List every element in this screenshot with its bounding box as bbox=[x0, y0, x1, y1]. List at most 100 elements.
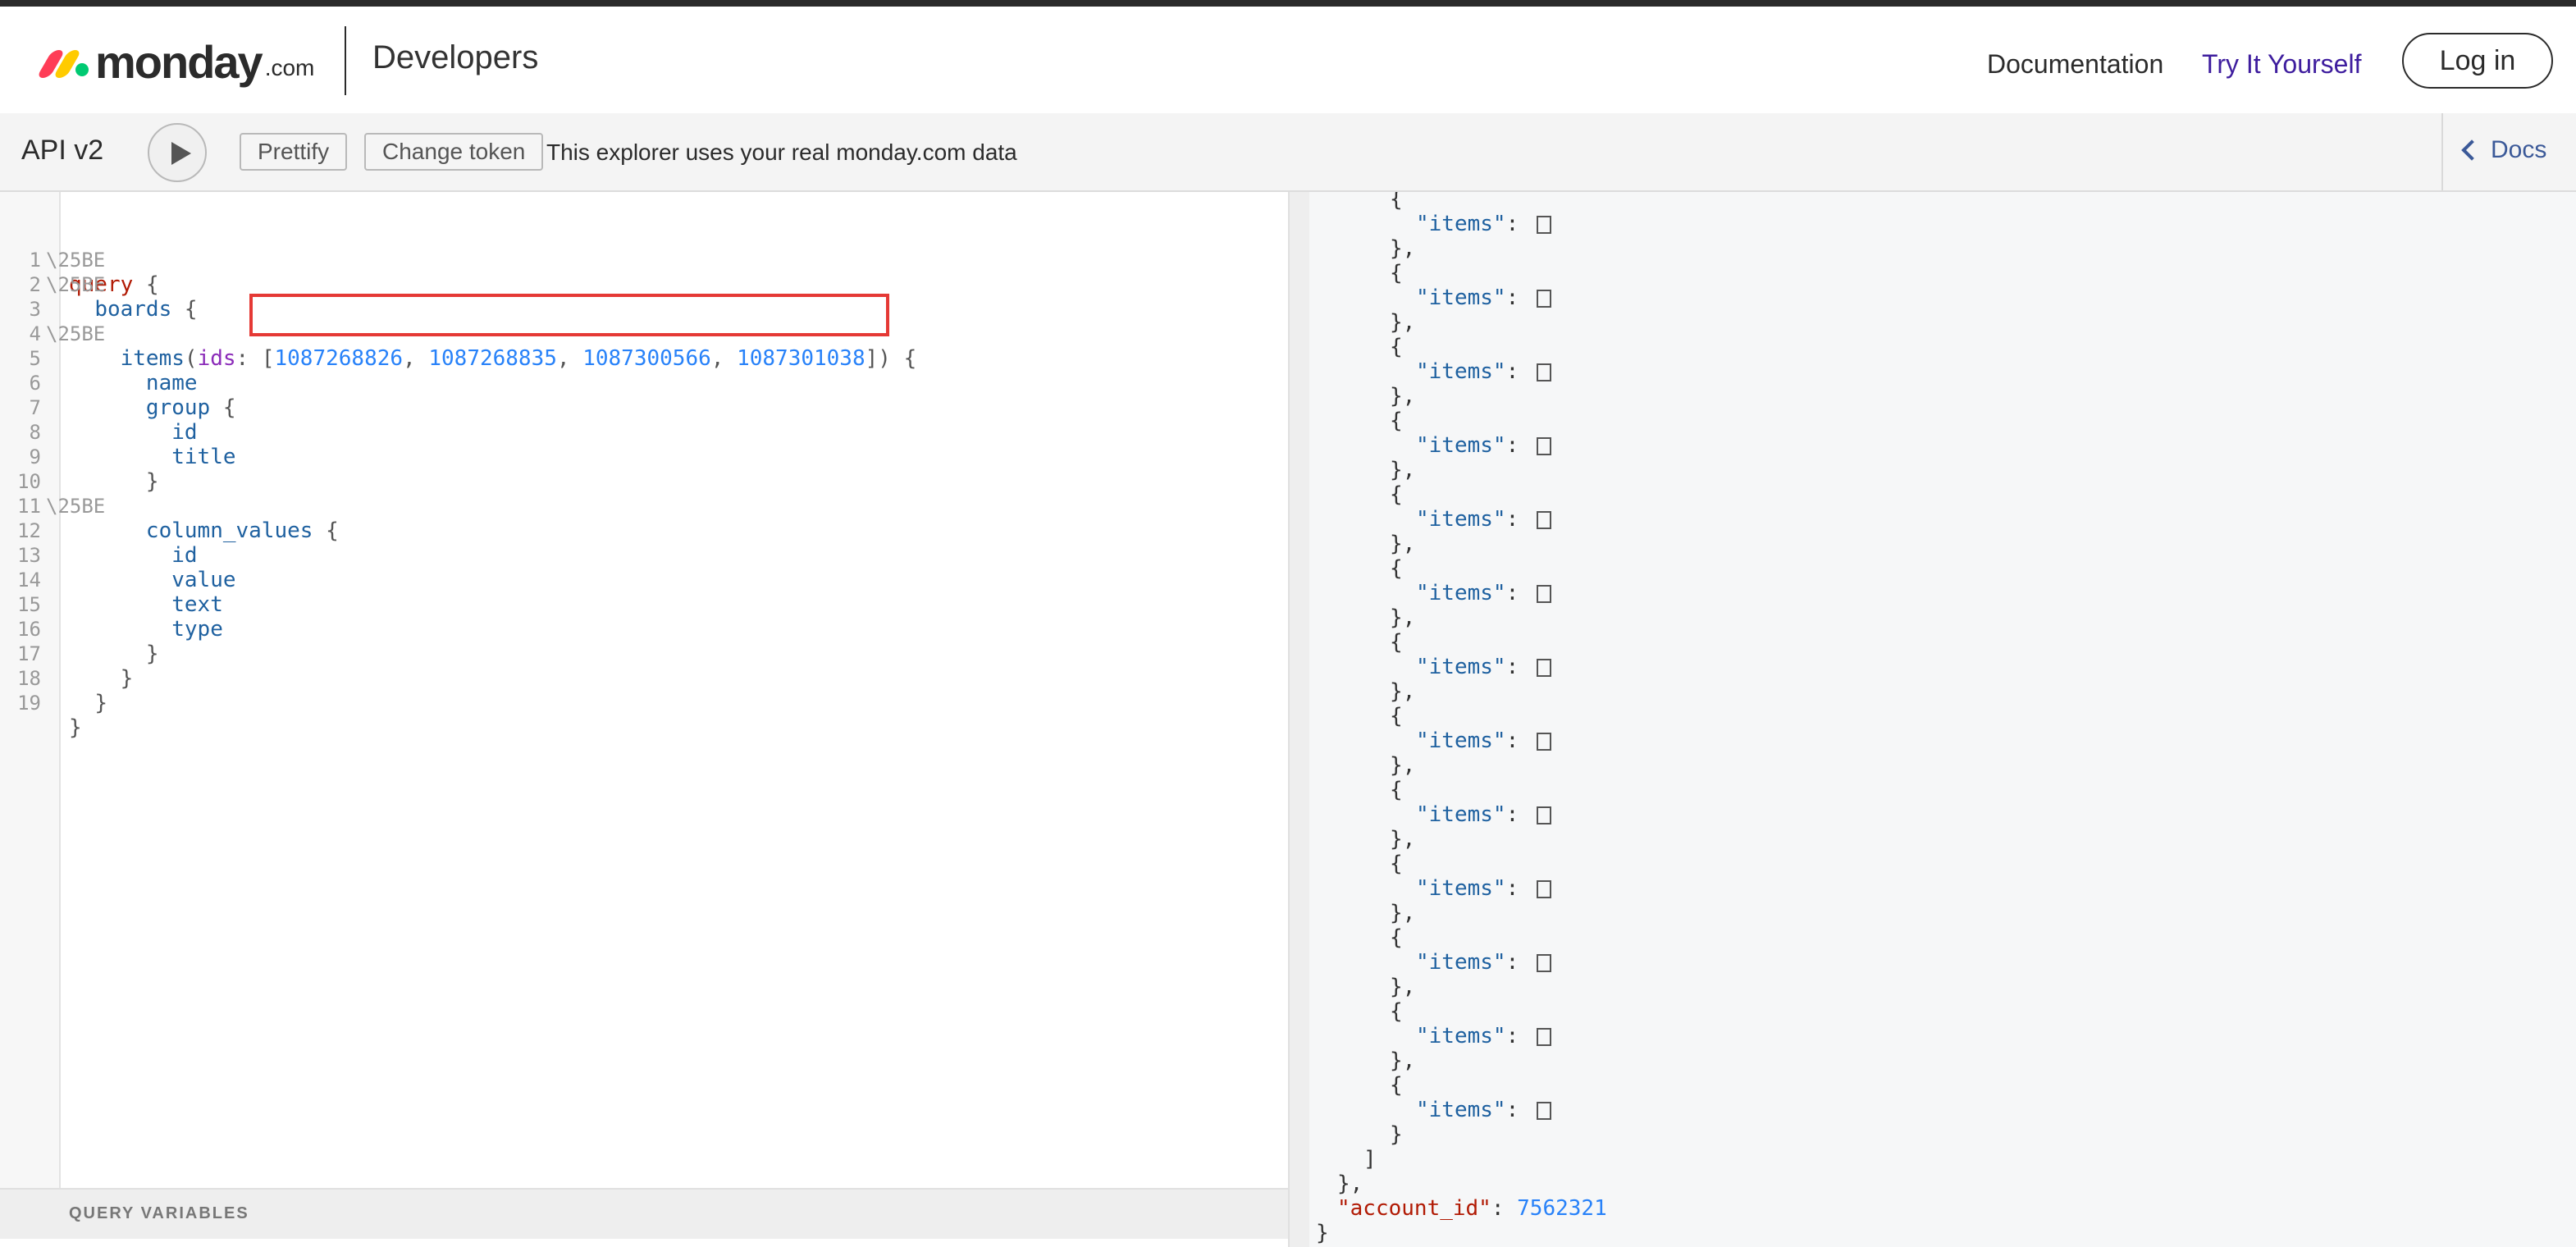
result-line: { bbox=[1390, 1073, 1403, 1098]
result-line: }, bbox=[1337, 1172, 1363, 1196]
empty-array-glyph bbox=[1536, 1101, 1551, 1120]
code-line: 11 \25BE column_values { bbox=[17, 495, 339, 543]
query-editor[interactable]: 1 \25BE query { 2 \25BE boards { 3 4 \25BE … bbox=[0, 192, 1288, 1188]
result-line: }, bbox=[1390, 1048, 1416, 1073]
explorer-title: API v2 bbox=[21, 135, 104, 166]
empty-array-glyph bbox=[1536, 879, 1551, 898]
result-line: }, bbox=[1390, 236, 1416, 261]
result-line: { bbox=[1390, 409, 1403, 433]
result-line: { bbox=[1390, 630, 1403, 655]
result-line: }, bbox=[1390, 975, 1416, 999]
empty-array-glyph bbox=[1536, 953, 1551, 972]
result-line: "items": bbox=[1416, 802, 1551, 827]
ids-highlight-annotation bbox=[249, 294, 889, 336]
code-line: 12 id bbox=[17, 519, 198, 568]
result-line: { bbox=[1390, 482, 1403, 507]
prettify-button[interactable]: Prettify bbox=[240, 133, 348, 171]
docs-label: Docs bbox=[2491, 136, 2547, 163]
code-line: 18 } bbox=[17, 667, 107, 715]
result-line: { bbox=[1390, 925, 1403, 950]
result-pane: { "items": }, { "items": }, { "items": }… bbox=[1309, 192, 2576, 1247]
code-line: 1 \25BE query { bbox=[29, 249, 159, 297]
code-line: 16 } bbox=[17, 618, 159, 666]
monday-logo-mark-icon bbox=[36, 43, 89, 80]
result-line: ] bbox=[1363, 1147, 1377, 1172]
result-line: }, bbox=[1390, 384, 1416, 409]
nav-try-it-yourself-link[interactable]: Try It Yourself bbox=[2202, 49, 2361, 80]
result-line: "items": bbox=[1416, 729, 1551, 753]
chevron-left-icon bbox=[2461, 139, 2482, 161]
result-line: { bbox=[1390, 556, 1403, 581]
result-line: "items": bbox=[1416, 433, 1551, 458]
site-header: monday .com Developers Documentation Try… bbox=[0, 7, 2576, 113]
result-line: { bbox=[1390, 192, 1403, 212]
window-top-border bbox=[0, 0, 2576, 7]
result-line: { bbox=[1390, 778, 1403, 802]
empty-array-glyph bbox=[1536, 732, 1551, 751]
code-line: 15 type bbox=[17, 593, 223, 642]
code-line: 2 \25BE boards { bbox=[29, 273, 198, 322]
logo-divider bbox=[345, 26, 346, 95]
code-line: 8 title bbox=[29, 421, 236, 469]
code-line: 7 id bbox=[29, 396, 198, 445]
result-line: }, bbox=[1390, 827, 1416, 852]
result-line: "account_id": 7562321 bbox=[1337, 1196, 1607, 1221]
result-line: "items": bbox=[1416, 212, 1551, 236]
empty-array-glyph bbox=[1536, 658, 1551, 677]
result-line: }, bbox=[1390, 532, 1416, 556]
empty-array-glyph bbox=[1536, 584, 1551, 603]
empty-array-glyph bbox=[1536, 363, 1551, 381]
pane-splitter[interactable] bbox=[1288, 192, 1309, 1247]
graphiql-toolbar: API v2 Prettify Change token This explor… bbox=[0, 113, 2576, 192]
code-line: 19 } bbox=[17, 692, 82, 740]
result-line: { bbox=[1390, 335, 1403, 359]
empty-array-glyph bbox=[1536, 1027, 1551, 1046]
result-line: "items": bbox=[1416, 581, 1551, 605]
login-button[interactable]: Log in bbox=[2402, 33, 2553, 89]
account-id-key: "account_id" bbox=[1337, 1196, 1491, 1221]
result-line: "items": bbox=[1416, 876, 1551, 901]
result-line: "items": bbox=[1416, 285, 1551, 310]
empty-array-glyph bbox=[1536, 436, 1551, 455]
result-line: { bbox=[1390, 999, 1403, 1024]
docs-button[interactable]: Docs bbox=[2461, 136, 2547, 164]
logo-wordmark: monday bbox=[95, 35, 263, 88]
result-line: "items": bbox=[1416, 655, 1551, 679]
code-line: 14 text bbox=[17, 569, 223, 617]
empty-array-glyph bbox=[1536, 806, 1551, 824]
result-line: "items": bbox=[1416, 1098, 1551, 1122]
empty-array-glyph bbox=[1536, 510, 1551, 529]
query-variables-label: QUERY VARIABLES bbox=[69, 1204, 249, 1222]
result-line: { bbox=[1390, 704, 1403, 729]
result-line: } bbox=[1390, 1122, 1403, 1147]
explorer-note: This explorer uses your real monday.com … bbox=[546, 139, 1017, 165]
result-line: }, bbox=[1390, 753, 1416, 778]
nav-documentation-link[interactable]: Documentation bbox=[1987, 49, 2163, 80]
docs-divider bbox=[2441, 113, 2443, 190]
result-line: { bbox=[1390, 852, 1403, 876]
code-line: 17 } bbox=[17, 642, 134, 691]
empty-array-glyph bbox=[1536, 215, 1551, 234]
result-line: "items": bbox=[1416, 359, 1551, 384]
account-id-value: 7562321 bbox=[1517, 1196, 1607, 1221]
result-line: }, bbox=[1390, 458, 1416, 482]
query-variables-panel[interactable]: QUERY VARIABLES bbox=[0, 1188, 1288, 1239]
result-line: }, bbox=[1390, 901, 1416, 925]
result-line: } bbox=[1316, 1221, 1329, 1245]
section-title: Developers bbox=[372, 39, 539, 75]
change-token-button[interactable]: Change token bbox=[364, 133, 544, 171]
code-line: 9 } bbox=[29, 445, 159, 494]
code-line: 10 bbox=[17, 470, 41, 493]
result-line: }, bbox=[1390, 605, 1416, 630]
execute-query-play-icon[interactable] bbox=[148, 123, 207, 182]
result-line: }, bbox=[1390, 310, 1416, 335]
logo-suffix: .com bbox=[264, 55, 315, 80]
result-line: "items": bbox=[1416, 507, 1551, 532]
result-line: }, bbox=[1390, 679, 1416, 704]
result-line: "items": bbox=[1416, 1024, 1551, 1048]
result-line: "items": bbox=[1416, 950, 1551, 975]
code-line: 13 value bbox=[17, 544, 236, 592]
monday-logo[interactable]: monday .com bbox=[36, 33, 315, 90]
result-line: { bbox=[1390, 261, 1403, 285]
code-line: 6 group { bbox=[29, 372, 236, 420]
